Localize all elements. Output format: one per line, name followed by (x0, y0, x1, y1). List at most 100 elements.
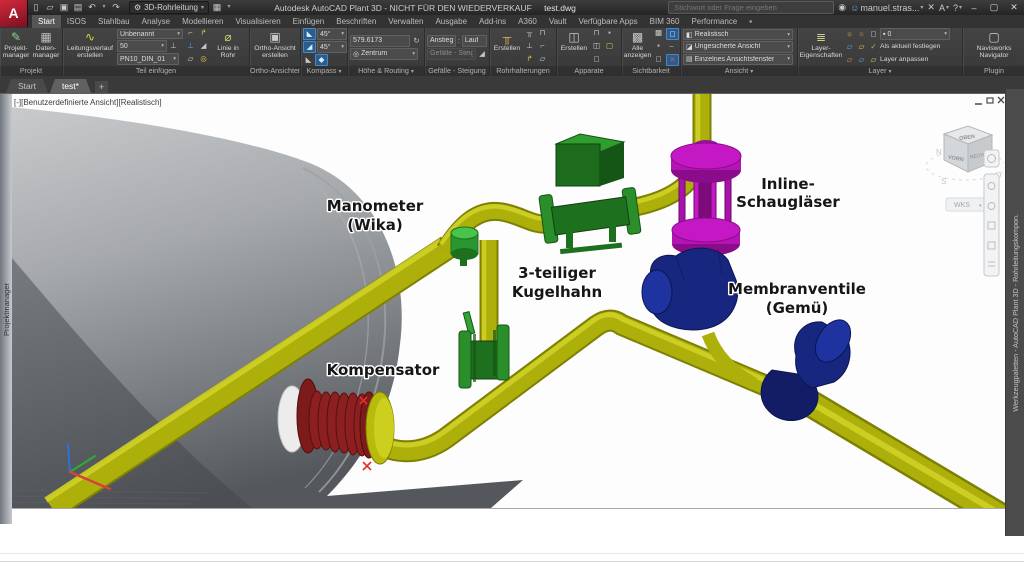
branch-icon[interactable]: ⊥ (185, 41, 196, 51)
zentrum-select[interactable]: ◎ Zentrum ▾ (350, 48, 418, 60)
layer-eigenschaften-button[interactable]: ≣ Layer-Eigenschaften (800, 29, 842, 65)
search-icon[interactable]: ◉ (838, 2, 846, 13)
apparat2-icon[interactable]: ▪ (604, 28, 615, 38)
membrane-valve-2[interactable] (761, 314, 858, 421)
restore-button[interactable]: ▢ (986, 2, 1002, 13)
apparat5-icon[interactable]: ◻ (591, 54, 602, 64)
layer-tool3-icon[interactable]: ✓ (868, 42, 879, 52)
kompass-toggle2-icon[interactable]: ◢ (303, 41, 316, 53)
layer-ein-icon[interactable]: ☼ (844, 29, 855, 39)
sicht4-icon[interactable]: – (666, 41, 677, 51)
apparat-erstellen-button[interactable]: ◫ Erstellen (559, 29, 589, 65)
sicht3-icon[interactable]: ▪ (653, 41, 664, 51)
tab-stahlbau[interactable]: Stahlbau (92, 15, 136, 28)
halterung4-icon[interactable]: ⌐ (537, 41, 548, 51)
linie-in-rohr-button[interactable]: ⌀ Linie in Rohr (212, 29, 244, 65)
kompass-toggle1-icon[interactable]: ◣ (303, 28, 316, 40)
viewport-window-controls[interactable] (975, 97, 1004, 104)
anstieg-field[interactable]: Anstieg (427, 35, 456, 47)
pipe-vertical[interactable] (484, 240, 489, 344)
werkzeugpaletten-tab[interactable]: Werkzeugpaletten - AutoCAD Plant 3D - Ro… (1005, 89, 1024, 536)
tab-performance[interactable]: Performance (685, 15, 743, 28)
alle-anzeigen-button[interactable]: ▩ Alle anzeigen (624, 29, 651, 65)
membrane-valve-1[interactable] (642, 248, 738, 330)
refresh-icon[interactable]: ↻ (411, 36, 422, 46)
tab-einfuegen[interactable]: Einfügen (287, 15, 331, 28)
nennweite-select[interactable]: 50 ▾ (117, 40, 167, 52)
tee-icon[interactable]: ⊥ (168, 41, 179, 51)
ansicht-panel-dropdown-icon[interactable]: ▾ (750, 69, 753, 75)
tab-visualisieren[interactable]: Visualisieren (229, 15, 286, 28)
layer-tool6-icon[interactable]: ▱ (868, 55, 879, 65)
plot-icon[interactable]: ▤ (72, 1, 84, 14)
sheet-icon[interactable]: ▱ (185, 54, 196, 64)
viewport-canvas[interactable]: Manometer (Wika) 3-teiliger Kugelhahn In… (0, 94, 1024, 508)
sicht2-icon[interactable]: ◻ (666, 28, 679, 40)
tab-beschriften[interactable]: Beschriften (330, 15, 382, 28)
kompass-icon[interactable]: ◆ (315, 54, 328, 66)
leitungsverlauf-button[interactable]: ∿ Leitungsverlauf erstellen (65, 29, 115, 65)
halterung5-icon[interactable]: ↱ (524, 54, 535, 64)
halterung2-icon[interactable]: ⊓ (537, 28, 548, 38)
tab-addins[interactable]: Add-ins (473, 15, 512, 28)
datenmanager-button[interactable]: ▦ Daten-manager (32, 29, 60, 65)
halterung6-icon[interactable]: ▱ (537, 54, 548, 64)
viewport-controls-label[interactable]: [-][Benutzerdefinierte Ansicht][Realisti… (14, 98, 162, 107)
leitungsnummer-select[interactable]: Unbenannt ▾ (117, 29, 183, 39)
sicht1-icon[interactable]: ▩ (653, 28, 664, 38)
navigation-bar[interactable] (984, 150, 999, 276)
apparat3-icon[interactable]: ◫ (591, 41, 602, 51)
tab-ausgabe[interactable]: Ausgabe (429, 15, 473, 28)
winkel2-select[interactable]: 45° ▾ (317, 41, 347, 53)
apparat4-icon[interactable]: ▢ (604, 41, 615, 51)
tab-bim360[interactable]: BIM 360 (644, 15, 686, 28)
display-icon[interactable]: ▦ (211, 1, 223, 14)
save-icon[interactable]: ▣ (58, 1, 70, 14)
commandline-area[interactable] (0, 508, 1024, 570)
ortho-ansicht-button[interactable]: ▣ Ortho-Ansicht erstellen (252, 29, 298, 65)
apparat1-icon[interactable]: ⊓ (591, 28, 602, 38)
exchange-apps-icon[interactable]: ✕ (927, 2, 935, 13)
projektmanager-palette-tab[interactable]: Projektmanager (0, 94, 12, 524)
wcs-label[interactable]: WKS (954, 202, 970, 209)
als-aktuell-festlegen-button[interactable]: Als aktuell festlegen (880, 41, 940, 53)
workspace-switcher[interactable]: ⚙ 3D-Rohrleitung ▾ (129, 1, 209, 14)
tab-start[interactable]: Start (32, 15, 61, 28)
close-button[interactable]: ✕ (1006, 2, 1022, 13)
layer-frieren-icon[interactable]: ☼ (856, 29, 867, 39)
layer-anpassen-button[interactable]: Layer anpassen (880, 54, 928, 66)
ausblenden-icon[interactable]: ✕ (666, 54, 679, 66)
qat-dropdown-icon[interactable]: ▾ (225, 1, 233, 14)
hoehe-input[interactable]: 579.6173 (350, 35, 410, 47)
visueller-stil-select[interactable]: ◧ Realistisch ▾ (683, 29, 793, 40)
tab-analyse[interactable]: Analyse (136, 15, 176, 28)
winkel1-select[interactable]: 45° ▾ (317, 28, 347, 40)
kompass-snap-icon[interactable]: ◣ (303, 55, 314, 65)
layer-tool1-icon[interactable]: ▱ (844, 42, 855, 52)
sight-glass[interactable] (671, 140, 741, 256)
gefaelle-pick-icon[interactable]: ◢ (477, 49, 487, 59)
viewcube-north[interactable]: N (936, 148, 942, 157)
viewcube-south[interactable]: S (941, 177, 946, 186)
layer-tool2-icon[interactable]: ▱ (856, 42, 867, 52)
tab-modellieren[interactable]: Modellieren (176, 15, 229, 28)
kompass-panel-dropdown-icon[interactable]: ▾ (338, 69, 341, 75)
halterung3-icon[interactable]: ⊥ (524, 41, 535, 51)
layer-panel-dropdown-icon[interactable]: ▾ (888, 69, 891, 75)
file-tab-start[interactable]: Start (6, 79, 48, 93)
projektmanager-button[interactable]: ✎ Projekt-manager (2, 29, 30, 65)
pipe-exit[interactable] (791, 391, 1024, 508)
autodesk-360-control[interactable]: A ▾ (939, 3, 949, 13)
tab-a360[interactable]: A360 (512, 15, 543, 28)
ribbon-extra-icon[interactable]: ▪ (743, 15, 758, 28)
undo-icon[interactable]: ↶ (86, 1, 98, 14)
ansicht-select[interactable]: ◪ Ungesicherte Ansicht ▾ (683, 41, 793, 52)
bend-icon[interactable]: ↱ (198, 28, 209, 38)
tab-vault[interactable]: Vault (543, 15, 573, 28)
elbow-icon[interactable]: ⌐ (185, 28, 196, 38)
file-tab-test[interactable]: test* (50, 79, 91, 93)
angle-icon[interactable]: ◢ (198, 41, 209, 51)
ansichtsfenster-select[interactable]: ▤ Einzelnes Ansichtsfenster ▾ (683, 54, 793, 65)
application-menu-button[interactable]: A (0, 0, 28, 27)
manometer[interactable] (451, 227, 478, 266)
